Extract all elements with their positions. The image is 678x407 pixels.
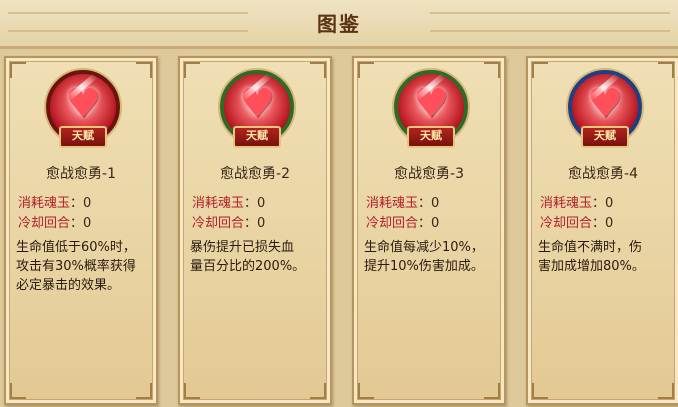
skill-name: 愈战愈勇-4 xyxy=(568,166,638,182)
corner-ornament xyxy=(358,62,374,78)
corner-ornament xyxy=(532,383,548,399)
cooldown-value: ：0 xyxy=(418,216,440,231)
talent-emblem[interactable]: ♥ 天赋 xyxy=(564,68,642,148)
talent-card-1[interactable]: ♥ 天赋 愈战愈勇-1 消耗魂玉：0 冷却回合：0 生命值低于60%时， 攻击有… xyxy=(4,56,158,405)
skill-name: 愈战愈勇-2 xyxy=(220,166,290,182)
page-title: 图鉴 xyxy=(317,12,361,36)
talent-badge: 天赋 xyxy=(59,126,107,148)
corner-ornament xyxy=(136,383,152,399)
cooldown: 冷却回合：0 xyxy=(192,212,265,231)
corner-ornament xyxy=(658,62,674,78)
cooldown-label: 冷却回合 xyxy=(366,216,419,231)
corner-ornament xyxy=(136,62,152,78)
corner-ornament xyxy=(484,383,500,399)
skill-description: 暴伤提升已损失血 量百分比的200%。 xyxy=(190,240,306,274)
talent-emblem[interactable]: ♥ 天赋 xyxy=(390,68,468,148)
corner-ornament xyxy=(358,383,374,399)
cooldown-label: 冷却回合 xyxy=(540,216,593,231)
cooldown-value: ：0 xyxy=(592,216,614,231)
soul-jade-cost: 消耗魂玉：0 xyxy=(540,192,613,211)
cooldown: 冷却回合：0 xyxy=(18,212,91,231)
talent-emblem[interactable]: ♥ 天赋 xyxy=(42,68,120,148)
cost-label: 消耗魂玉 xyxy=(18,196,71,211)
corner-ornament xyxy=(658,383,674,399)
talent-card-3[interactable]: ♥ 天赋 愈战愈勇-3 消耗魂玉：0 冷却回合：0 生命值每减少10%， 提升1… xyxy=(352,56,506,405)
cooldown-label: 冷却回合 xyxy=(18,216,71,231)
cooldown-label: 冷却回合 xyxy=(192,216,245,231)
cost-value: ：0 xyxy=(418,196,440,211)
talent-emblem[interactable]: ♥ 天赋 xyxy=(216,68,294,148)
corner-ornament xyxy=(184,62,200,78)
skill-name: 愈战愈勇-3 xyxy=(394,166,464,182)
skill-description: 生命值低于60%时， 攻击有30%概率获得 必定暴击的效果。 xyxy=(16,240,136,293)
cost-label: 消耗魂玉 xyxy=(366,196,419,211)
title-bar: 图鉴 xyxy=(0,0,678,49)
cost-label: 消耗魂玉 xyxy=(540,196,593,211)
soul-jade-cost: 消耗魂玉：0 xyxy=(192,192,265,211)
soul-jade-cost: 消耗魂玉：0 xyxy=(18,192,91,211)
cost-value: ：0 xyxy=(70,196,92,211)
cost-label: 消耗魂玉 xyxy=(192,196,245,211)
soul-jade-cost: 消耗魂玉：0 xyxy=(366,192,439,211)
talent-badge: 天赋 xyxy=(233,126,281,148)
corner-ornament xyxy=(532,62,548,78)
talent-card-4[interactable]: ♥ 天赋 愈战愈勇-4 消耗魂玉：0 冷却回合：0 生命值不满时，伤 害加成增加… xyxy=(526,56,678,405)
talent-card-2[interactable]: ♥ 天赋 愈战愈勇-2 消耗魂玉：0 冷却回合：0 暴伤提升已损失血 量百分比的… xyxy=(178,56,332,405)
corner-ornament xyxy=(484,62,500,78)
skill-description: 生命值每减少10%， 提升10%伤害加成。 xyxy=(364,240,484,274)
talent-badge: 天赋 xyxy=(407,126,455,148)
corner-ornament xyxy=(310,62,326,78)
cooldown: 冷却回合：0 xyxy=(540,212,613,231)
cooldown: 冷却回合：0 xyxy=(366,212,439,231)
talent-badge: 天赋 xyxy=(581,126,629,148)
corner-ornament xyxy=(310,383,326,399)
skill-description: 生命值不满时，伤 害加成增加80%。 xyxy=(538,240,645,274)
cost-value: ：0 xyxy=(592,196,614,211)
cooldown-value: ：0 xyxy=(244,216,266,231)
corner-ornament xyxy=(10,62,26,78)
corner-ornament xyxy=(184,383,200,399)
corner-ornament xyxy=(10,383,26,399)
cost-value: ：0 xyxy=(244,196,266,211)
skill-name: 愈战愈勇-1 xyxy=(46,166,116,182)
cooldown-value: ：0 xyxy=(70,216,92,231)
